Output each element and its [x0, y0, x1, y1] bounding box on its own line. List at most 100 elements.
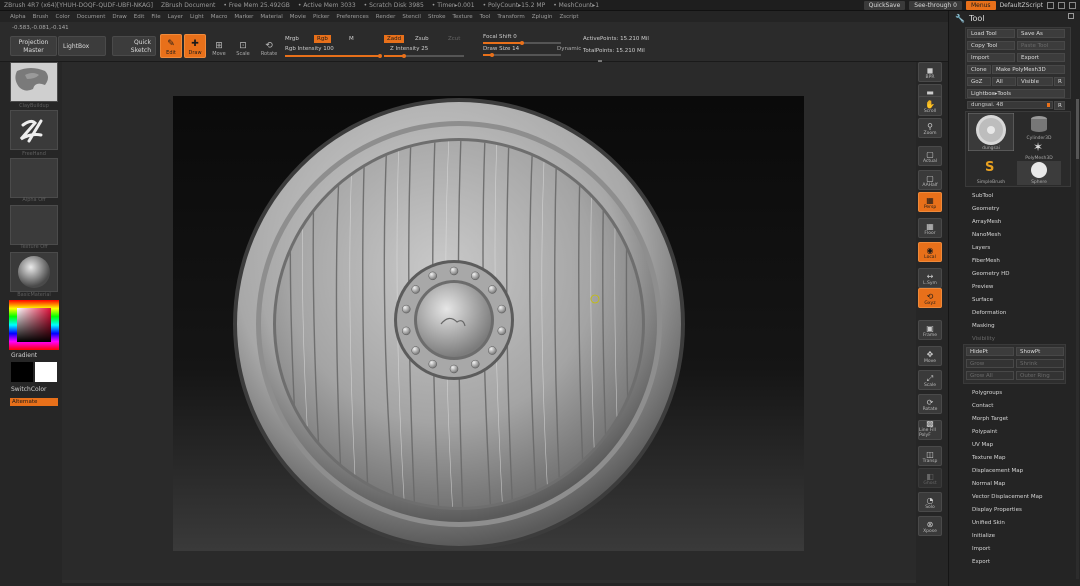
section-subtool[interactable]: SubTool	[972, 193, 993, 199]
menu-preferences[interactable]: Preferences	[336, 14, 368, 20]
shelf-scroll-button[interactable]: ✋ Scroll	[918, 96, 942, 116]
shelf-floor-button[interactable]: ▦ Floor	[918, 218, 942, 238]
tool-tile-sphere[interactable]: Sphere	[1017, 161, 1061, 185]
rgb-intensity-slider[interactable]	[285, 54, 382, 58]
menu-stencil[interactable]: Stencil	[402, 14, 421, 20]
shelf-line-fill-polyf-button[interactable]: ▩ Line Fill PolyF	[918, 419, 942, 440]
zcut-button[interactable]: Zcut	[448, 36, 460, 42]
section-normal-map[interactable]: Normal Map	[972, 481, 1005, 487]
section-nanomesh[interactable]: NanoMesh	[972, 232, 1001, 238]
section-preview[interactable]: Preview	[972, 284, 993, 290]
alpha-thumbnail[interactable]	[10, 158, 58, 198]
color-picker[interactable]	[9, 300, 59, 350]
menu-picker[interactable]: Picker	[313, 14, 329, 20]
menu-color[interactable]: Color	[56, 14, 70, 20]
hidept-button[interactable]: HidePt	[966, 347, 1014, 356]
goz-visible-button[interactable]: Visible	[1017, 77, 1053, 86]
menu-brush[interactable]: Brush	[33, 14, 49, 20]
section-morph-target[interactable]: Morph Target	[972, 416, 1008, 422]
menu-transform[interactable]: Transform	[497, 14, 524, 20]
shelf-persp-button[interactable]: ▦ Persp	[918, 192, 942, 212]
shelf-transp-button[interactable]: ◫ Transp	[918, 446, 942, 466]
lightbox-button[interactable]: LightBox	[58, 36, 106, 56]
mrgb-button[interactable]: Mrgb	[285, 36, 299, 42]
menu-material[interactable]: Material	[260, 14, 282, 20]
see-through-slider[interactable]: See-through 0	[909, 1, 962, 10]
section-arraymesh[interactable]: ArrayMesh	[972, 219, 1001, 225]
tool-palette-scrollbar[interactable]	[1076, 99, 1079, 579]
alternate-button[interactable]: Alternate	[10, 398, 58, 406]
draw-button[interactable]: ✚ Draw	[184, 34, 206, 58]
shelf-aahalf-button[interactable]: ▢ AAHalf	[918, 170, 942, 190]
lightbox-tools-button[interactable]: Lightbox▸Tools	[967, 89, 1065, 98]
m-button[interactable]: M	[349, 36, 354, 42]
current-tool-slider[interactable]: dungsai. 48	[967, 101, 1053, 109]
shelf-frame-button[interactable]: ▣ Frame	[918, 320, 942, 340]
paste-tool-button[interactable]: Paste Tool	[1017, 41, 1065, 50]
shelf-zoom-button[interactable]: ⚲ Zoom	[918, 118, 942, 138]
clone-button[interactable]: Clone	[967, 65, 991, 74]
quick-sketch-button[interactable]: Quick Sketch	[112, 36, 156, 56]
section-export[interactable]: Export	[972, 559, 990, 565]
focal-shift-slider[interactable]	[483, 41, 561, 45]
section-uv-map[interactable]: UV Map	[972, 442, 993, 448]
shelf-rotate-button[interactable]: ⟳ Rotate	[918, 394, 942, 414]
z-intensity-slider[interactable]	[384, 54, 464, 58]
section-display-properties[interactable]: Display Properties	[972, 507, 1022, 513]
menu-layer[interactable]: Layer	[168, 14, 183, 20]
stroke-thumbnail[interactable]	[10, 110, 58, 150]
section-polypaint[interactable]: Polypaint	[972, 429, 997, 435]
edit-button[interactable]: ✎ Edit	[160, 34, 182, 58]
import-button[interactable]: Import	[967, 53, 1015, 62]
goz-r-button[interactable]: R	[1054, 77, 1065, 86]
projection-master-button[interactable]: Projection Master	[10, 36, 57, 56]
menu-tool[interactable]: Tool	[480, 14, 491, 20]
shelf-solo-button[interactable]: ◔ Solo	[918, 492, 942, 512]
menu-light[interactable]: Light	[190, 14, 204, 20]
section-geometry-hd[interactable]: Geometry HD	[972, 271, 1010, 277]
shelf-gxyz-button[interactable]: ⟲ Gxyz	[918, 288, 942, 308]
menu-file[interactable]: File	[151, 14, 160, 20]
default-script-button[interactable]: DefaultZScript	[1000, 2, 1043, 9]
close-icon[interactable]	[1069, 2, 1076, 9]
shrink-button[interactable]: Shrink	[1016, 359, 1064, 368]
menu-edit[interactable]: Edit	[134, 14, 145, 20]
shelf-local-button[interactable]: ◉ Local	[918, 242, 942, 262]
section-texture-map[interactable]: Texture Map	[972, 455, 1006, 461]
section-contact[interactable]: Contact	[972, 403, 993, 409]
section-deformation[interactable]: Deformation	[972, 310, 1006, 316]
tool-tile-polymesh3d[interactable]: ✶ PolyMesh3D	[1017, 141, 1061, 162]
menu-movie[interactable]: Movie	[290, 14, 306, 20]
bottom-tray-handle[interactable]	[62, 580, 916, 583]
load-tool-button[interactable]: Load Tool	[967, 29, 1015, 38]
tool-tile-cylinder3d[interactable]: Cylinder3D	[1017, 113, 1061, 141]
menus-button[interactable]: Menus	[965, 1, 996, 10]
section-import[interactable]: Import	[972, 546, 990, 552]
brush-thumbnail[interactable]	[10, 62, 58, 102]
section-layers[interactable]: Layers	[972, 245, 990, 251]
saturation-square[interactable]	[17, 308, 51, 342]
grow-button[interactable]: Grow	[966, 359, 1014, 368]
tool-tile-simplebrush[interactable]: S SimpleBrush	[968, 161, 1014, 186]
section-displacement-map[interactable]: Displacement Map	[972, 468, 1023, 474]
grow-all-button[interactable]: Grow All	[966, 371, 1014, 380]
save-as-button[interactable]: Save As	[1017, 29, 1065, 38]
outer-ring-button[interactable]: Outer Ring	[1016, 371, 1064, 380]
rotate-button[interactable]: ⟲ Rotate	[258, 34, 280, 58]
section-surface[interactable]: Surface	[972, 297, 993, 303]
menu-zplugin[interactable]: Zplugin	[532, 14, 553, 20]
zadd-button[interactable]: Zadd	[384, 35, 405, 43]
maximize-icon[interactable]	[1058, 2, 1065, 9]
section-polygroups[interactable]: Polygroups	[972, 390, 1002, 396]
export-button[interactable]: Export	[1017, 53, 1065, 62]
menu-draw[interactable]: Draw	[112, 14, 126, 20]
draw-size-slider[interactable]	[483, 53, 561, 57]
palette-options-icon[interactable]	[1068, 13, 1074, 19]
menu-macro[interactable]: Macro	[211, 14, 228, 20]
menu-zscript[interactable]: Zscript	[559, 14, 578, 20]
minimize-icon[interactable]	[1047, 2, 1054, 9]
shelf-move-button[interactable]: ✥ Move	[918, 346, 942, 366]
rgb-button[interactable]: Rgb	[314, 35, 331, 43]
section-initialize[interactable]: Initialize	[972, 533, 995, 539]
dynamic-button[interactable]: Dynamic	[557, 46, 581, 52]
